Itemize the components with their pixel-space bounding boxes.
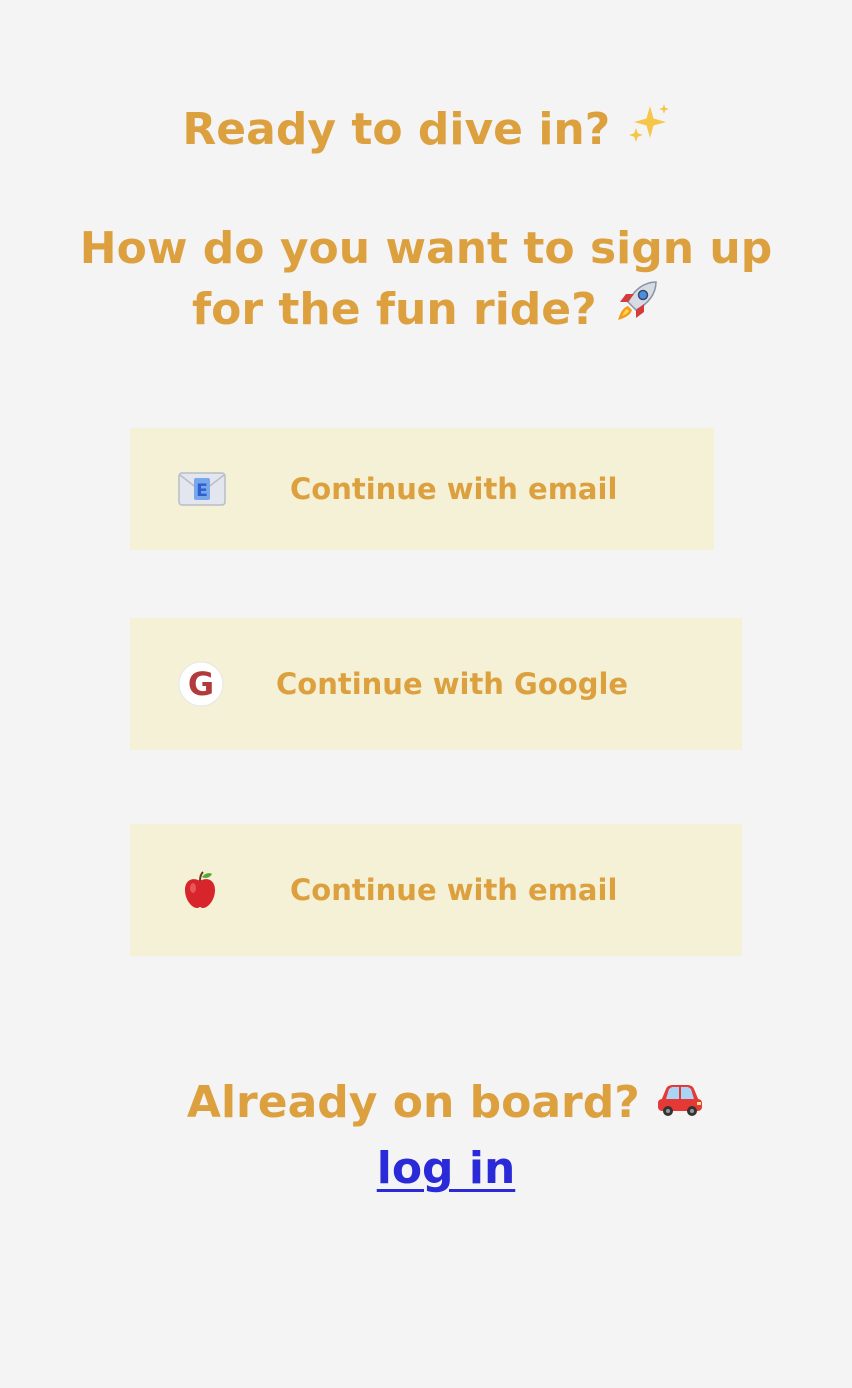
signup-question: How do you want to sign up for the fun r…	[40, 220, 812, 339]
greeting-heading: Ready to dive in?	[0, 102, 852, 158]
login-link[interactable]: log in	[377, 1143, 516, 1194]
rocket-icon	[612, 278, 660, 326]
envelope-icon: E	[178, 472, 226, 506]
continue-with-apple-button[interactable]: Continue with email	[130, 824, 742, 956]
question-text: How do you want to sign up for the fun r…	[79, 223, 773, 335]
already-on-board-text: Already on board?	[0, 1074, 852, 1132]
login-link-container: log in	[0, 1140, 852, 1198]
continue-with-google-button[interactable]: G Continue with Google	[130, 618, 742, 750]
svg-text:E: E	[196, 481, 208, 501]
sparkles-icon	[626, 102, 670, 146]
continue-with-apple-label: Continue with email	[290, 873, 618, 907]
already-prompt: Already on board?	[186, 1077, 640, 1128]
google-icon: G	[178, 661, 224, 707]
apple-icon	[178, 868, 222, 912]
svg-text:G: G	[188, 665, 214, 703]
car-icon	[655, 1075, 705, 1119]
continue-with-email-label: Continue with email	[290, 472, 618, 506]
continue-with-google-label: Continue with Google	[276, 667, 629, 701]
greeting-text: Ready to dive in?	[182, 104, 611, 155]
continue-with-email-button[interactable]: E Continue with email	[130, 428, 714, 550]
